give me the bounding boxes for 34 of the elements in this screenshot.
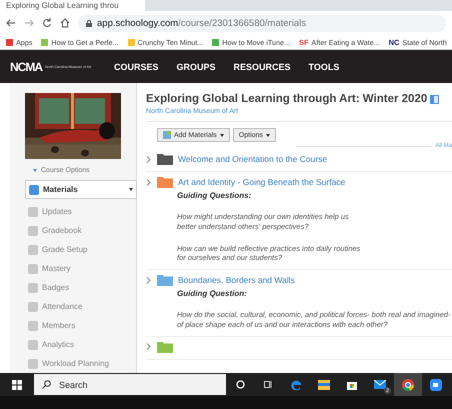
- mail-icon[interactable]: [374, 380, 386, 389]
- nav-link[interactable]: TOOLS: [308, 62, 340, 72]
- nav-link[interactable]: GROUPS: [176, 62, 216, 72]
- add-icon: [163, 131, 171, 139]
- search-icon: [42, 380, 51, 389]
- lock-icon: [86, 20, 92, 26]
- chevron-icon[interactable]: [146, 276, 152, 284]
- home-icon[interactable]: [60, 18, 70, 28]
- url-text: app.schoology.com/course/2301366580/materials: [97, 18, 306, 28]
- nav-link[interactable]: COURSES: [114, 62, 159, 72]
- caret-icon: [220, 134, 224, 136]
- chevron-icon[interactable]: [146, 178, 152, 186]
- caret-icon: [33, 169, 37, 172]
- windows-start-icon[interactable]: [12, 380, 22, 390]
- address-bar[interactable]: app.schoology.com/course/2301366580/materials: [78, 14, 446, 32]
- sidebar-item-icon: [29, 184, 39, 194]
- book-icon[interactable]: [430, 94, 440, 104]
- reload-icon[interactable]: [42, 18, 52, 28]
- sidebar-item[interactable]: Materials: [25, 180, 137, 199]
- caret-icon: [266, 134, 270, 136]
- chrome-icon[interactable]: [394, 373, 422, 396]
- folder-title-link[interactable]: Welcome and Orientation to the Course: [178, 154, 328, 164]
- caret-icon: [129, 188, 133, 191]
- guiding-heading: Guiding Questions:: [177, 191, 252, 200]
- chevron-icon[interactable]: [146, 343, 152, 350]
- browser-tab[interactable]: Exploring Global Learning throu: [0, 0, 145, 11]
- taskbar-search-field[interactable]: Search: [34, 374, 226, 395]
- nav-link[interactable]: RESOURCES: [234, 62, 291, 72]
- folder-title-link[interactable]: Art and Identity - Going Beneath the Surface: [178, 177, 346, 187]
- guiding-heading: Guiding Question:: [177, 289, 248, 298]
- course-title: Exploring Global Learning through Art: Winter 2020: [146, 93, 428, 105]
- chevron-icon[interactable]: [146, 156, 152, 162]
- back-icon[interactable]: [6, 18, 16, 28]
- folder-title-link[interactable]: Boundaries, Borders and Walls: [178, 275, 295, 285]
